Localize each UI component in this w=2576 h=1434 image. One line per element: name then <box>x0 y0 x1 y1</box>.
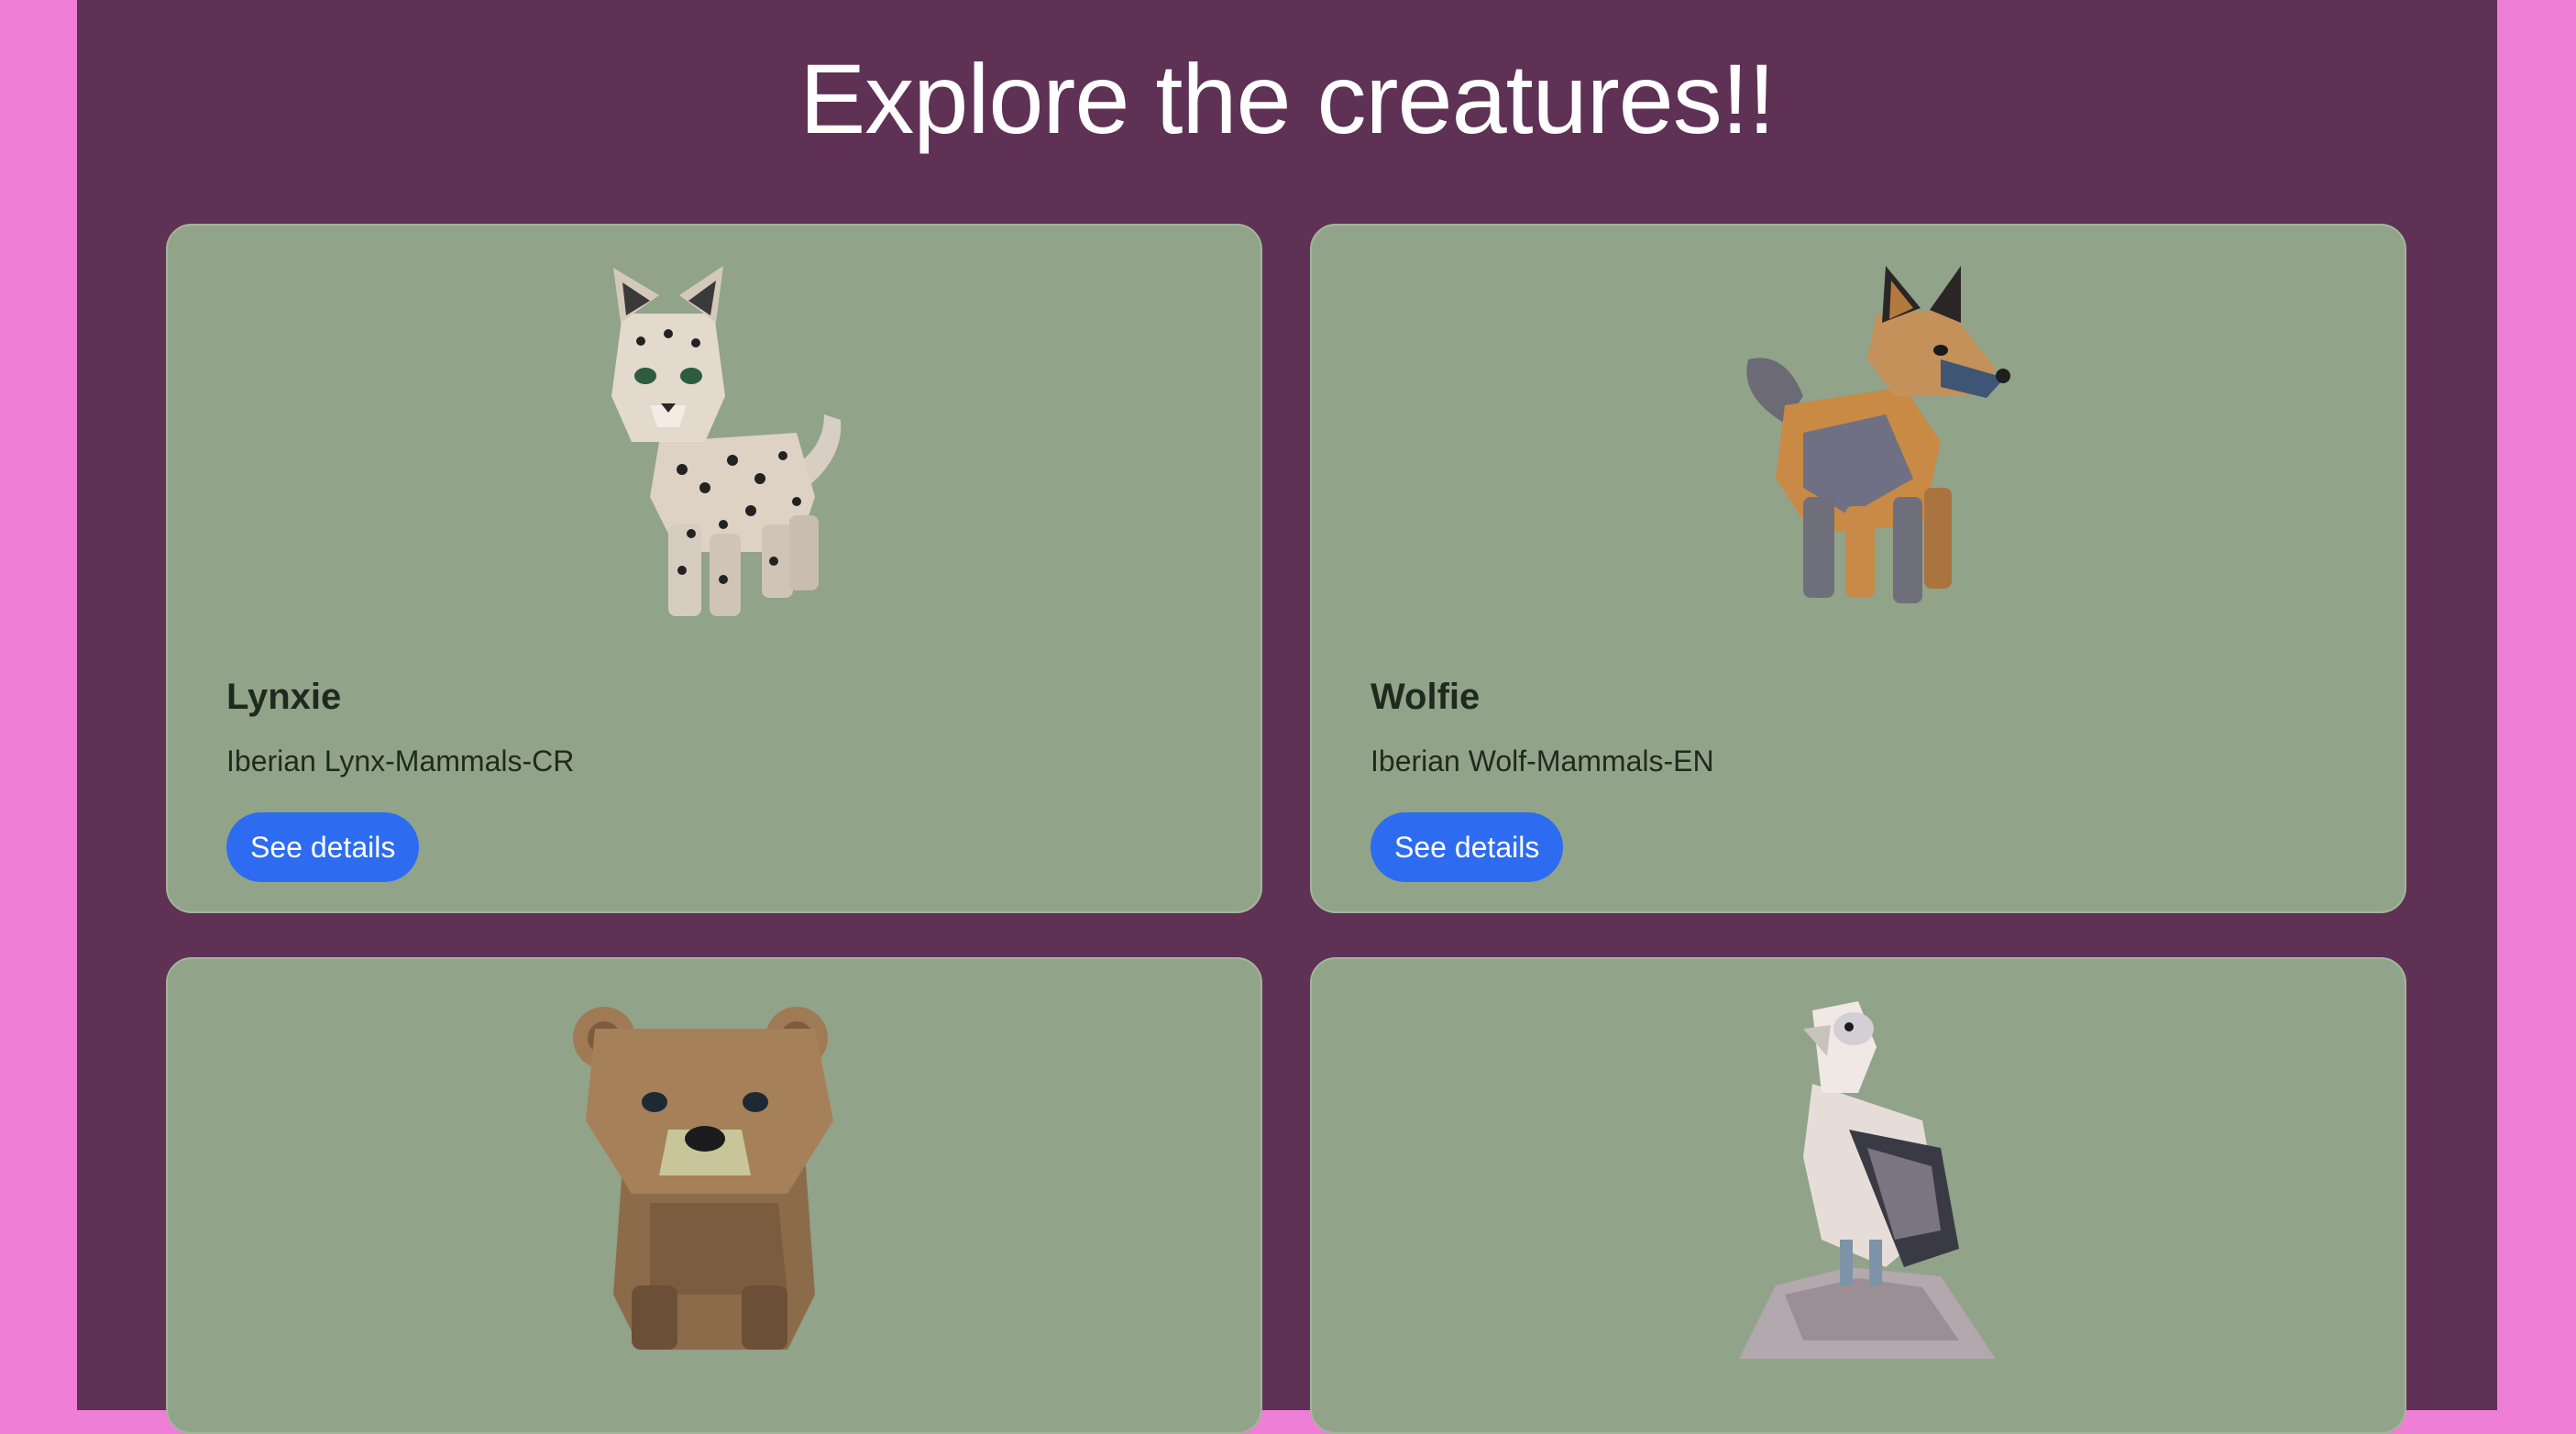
main-container: Explore the creatures!! Lynxie Iberian L… <box>77 0 2497 1434</box>
vulture-illustration <box>1666 992 2051 1359</box>
card-title: Lynxie <box>226 677 342 717</box>
bear-illustration <box>522 992 907 1359</box>
wolf-illustration <box>1666 259 2051 625</box>
creature-card: Lynxie Iberian Lynx-Mammals-CR See detai… <box>166 224 1262 913</box>
card-subtitle: Iberian Lynx-Mammals-CR <box>226 745 575 778</box>
see-details-button[interactable]: See details <box>226 812 420 882</box>
see-details-button[interactable]: See details <box>1371 812 1564 882</box>
creature-card: Wolfie Iberian Wolf-Mammals-EN See detai… <box>1310 224 2406 913</box>
card-title: Wolfie <box>1371 677 1481 717</box>
creature-card <box>1310 957 2406 1434</box>
creature-card <box>166 957 1262 1434</box>
card-subtitle: Iberian Wolf-Mammals-EN <box>1371 745 1714 778</box>
page-title: Explore the creatures!! <box>799 43 1776 154</box>
lynx-illustration <box>522 259 907 625</box>
